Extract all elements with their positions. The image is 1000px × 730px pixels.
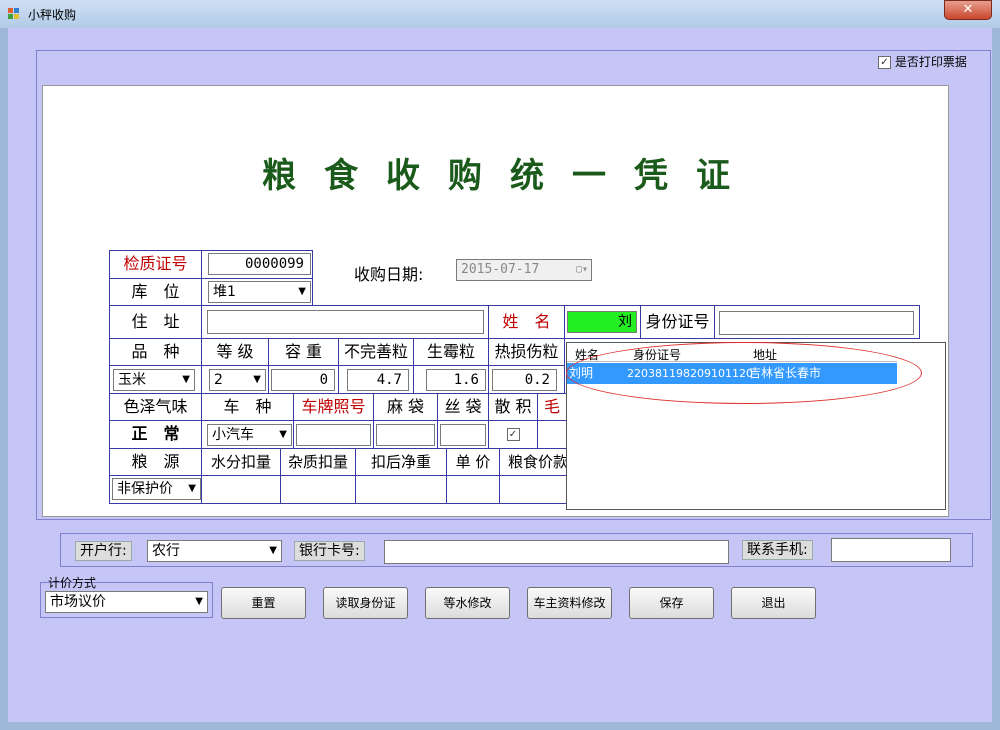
grade-label: 等 级 <box>201 338 269 366</box>
inspection-no-label: 检质证号 <box>109 250 202 279</box>
vehicle-type-label: 车 种 <box>201 393 294 421</box>
title-bar <box>0 0 1000 28</box>
moisture-label: 水分扣量 <box>201 448 281 476</box>
highlight-ellipse <box>566 342 922 404</box>
bank-label: 开户行: <box>75 541 132 561</box>
chevron-down-icon: ▼ <box>182 374 190 385</box>
variety-label: 品 种 <box>109 338 202 366</box>
silk-bag-input[interactable] <box>440 424 486 446</box>
bulk-cell: ✓ <box>488 420 538 449</box>
warehouse-value: 堆1 <box>213 284 236 300</box>
purchase-date-label: 收购日期: <box>354 265 424 284</box>
name-input[interactable]: 刘 <box>567 311 637 333</box>
id-input[interactable] <box>719 311 914 335</box>
phone-label: 联系手机: <box>742 540 813 560</box>
heat-damage-label: 热损伤粒 <box>488 338 565 366</box>
save-button[interactable]: 保存 <box>629 587 714 619</box>
chevron-down-icon: ▼ <box>269 545 277 556</box>
impurity-label: 杂质扣量 <box>280 448 356 476</box>
plate-label: 车牌照号 <box>293 393 374 421</box>
window-title: 小秤收购 <box>28 8 77 22</box>
grain-amount-cell <box>499 475 567 504</box>
silk-bag-label: 丝 袋 <box>437 393 489 421</box>
mold-label: 生霉粒 <box>413 338 489 366</box>
purchase-date-picker[interactable]: 2015-07-17 ▢▾ <box>456 259 592 281</box>
warehouse-select[interactable]: 堆1 ▼ <box>208 281 311 303</box>
address-input[interactable] <box>207 310 484 334</box>
reset-button[interactable]: 重置 <box>221 587 306 619</box>
print-receipt-label: 是否打印票据 <box>894 55 967 69</box>
print-receipt-option[interactable]: ✓ 是否打印票据 <box>878 53 967 69</box>
bulk-density-input[interactable]: 0 <box>271 369 335 391</box>
bulk-label: 散 积 <box>488 393 538 421</box>
chevron-down-icon: ▼ <box>253 374 261 385</box>
mold-input[interactable]: 1.6 <box>426 369 486 391</box>
name-label: 姓 名 <box>488 305 565 339</box>
exit-button[interactable]: 退出 <box>731 587 816 619</box>
imperfect-label: 不完善粒 <box>338 338 414 366</box>
purchase-date-value: 2015-07-17 <box>461 262 540 277</box>
card-input[interactable] <box>384 540 729 564</box>
chevron-down-icon: ▼ <box>298 286 306 297</box>
grain-source-label: 粮 源 <box>109 448 202 476</box>
vehicle-type-select[interactable]: 小汽车 ▼ <box>207 424 292 446</box>
close-button[interactable]: ✕ <box>944 0 992 20</box>
sack-label: 麻 袋 <box>373 393 438 421</box>
grade-value: 2 <box>214 372 223 388</box>
net-weight-label: 扣后净重 <box>355 448 447 476</box>
water-edit-button[interactable]: 等水修改 <box>425 587 510 619</box>
grain-amount-label: 粮食价款 <box>499 448 567 476</box>
variety-select[interactable]: 玉米 ▼ <box>113 369 195 391</box>
bank-select[interactable]: 农行 ▼ <box>147 540 282 562</box>
grade-select[interactable]: 2 ▼ <box>209 369 266 391</box>
calendar-dropdown-icon[interactable]: ▢▾ <box>576 260 588 280</box>
grain-source-select[interactable]: 非保护价 ▼ <box>112 478 201 500</box>
impurity-cell <box>280 475 356 504</box>
bank-value: 农行 <box>152 543 180 559</box>
color-smell-value: 正 常 <box>109 420 202 449</box>
phone-input[interactable] <box>831 538 951 562</box>
color-smell-label: 色泽气味 <box>109 393 202 421</box>
net-weight-cell <box>355 475 447 504</box>
grain-source-value: 非保护价 <box>117 481 173 497</box>
chevron-down-icon: ▼ <box>188 483 196 494</box>
bulk-checkbox[interactable]: ✓ <box>506 428 520 441</box>
vehicle-type-value: 小汽车 <box>212 427 254 443</box>
warehouse-label: 库 位 <box>109 278 202 306</box>
gross-label: 毛 <box>537 393 567 421</box>
app-icon <box>8 8 20 20</box>
chevron-down-icon: ▼ <box>195 596 203 607</box>
pricing-value: 市场议价 <box>50 594 106 610</box>
card-label: 银行卡号: <box>294 541 365 561</box>
pricing-select[interactable]: 市场议价 ▼ <box>45 591 208 613</box>
bulk-density-label: 容 重 <box>268 338 339 366</box>
print-receipt-checkbox[interactable]: ✓ <box>878 56 891 69</box>
inspection-no-input[interactable]: 0000099 <box>208 253 311 275</box>
plate-input[interactable] <box>296 424 371 446</box>
voucher-title: 粮食收购统一凭证 <box>262 156 758 196</box>
chevron-down-icon: ▼ <box>279 429 287 440</box>
read-id-button[interactable]: 读取身份证 <box>323 587 408 619</box>
moisture-cell <box>201 475 281 504</box>
gross-cell <box>537 420 567 449</box>
sack-input[interactable] <box>376 424 435 446</box>
imperfect-input[interactable]: 4.7 <box>347 369 409 391</box>
unit-price-label: 单 价 <box>446 448 500 476</box>
unit-price-cell <box>446 475 500 504</box>
id-label: 身份证号 <box>640 305 715 339</box>
owner-edit-button[interactable]: 车主资料修改 <box>527 587 612 619</box>
address-label: 住 址 <box>109 305 202 339</box>
heat-damage-input[interactable]: 0.2 <box>492 369 557 391</box>
variety-value: 玉米 <box>118 372 146 388</box>
pricing-legend: 计价方式 <box>48 576 97 590</box>
